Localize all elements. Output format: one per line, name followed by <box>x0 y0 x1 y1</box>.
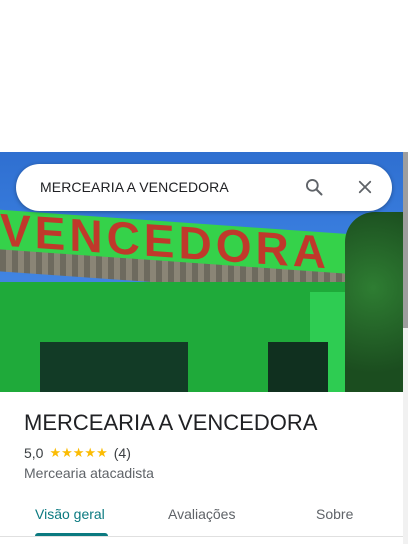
place-title: MERCEARIA A VENCEDORA <box>24 410 318 435</box>
tab-divider <box>0 536 403 537</box>
review-count[interactable]: (4) <box>114 445 131 461</box>
tab-about[interactable]: Sobre <box>316 506 353 522</box>
rating-row[interactable]: 5,0 ★★★★★ (4) <box>24 444 131 462</box>
place-category[interactable]: Mercearia atacadista <box>24 465 154 481</box>
search-box[interactable]: MERCEARIA A VENCEDORA <box>16 164 392 211</box>
star-rating-icon: ★★★★★ <box>49 445 108 460</box>
search-icon[interactable] <box>304 177 324 197</box>
tree <box>345 212 403 392</box>
search-query[interactable]: MERCEARIA A VENCEDORA <box>40 179 229 195</box>
tab-overview[interactable]: Visão geral <box>35 506 105 522</box>
top-blank-area <box>0 0 408 152</box>
storefront-window <box>40 342 188 392</box>
tab-reviews[interactable]: Avaliações <box>168 506 235 522</box>
scrollbar-thumb[interactable] <box>403 152 408 328</box>
rating-value: 5,0 <box>24 445 44 461</box>
close-icon[interactable] <box>356 178 374 196</box>
tab-bar: Visão geral Avaliações Sobre <box>0 498 403 538</box>
storefront-door <box>268 342 328 392</box>
